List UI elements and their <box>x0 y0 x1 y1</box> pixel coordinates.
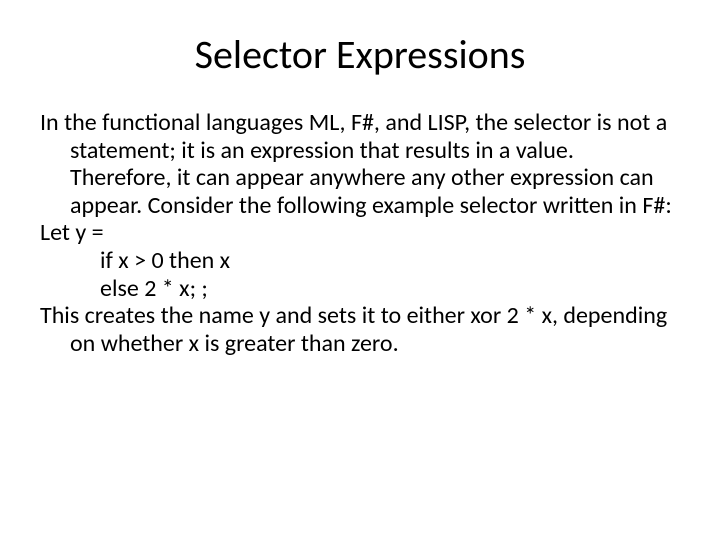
slide-body: In the functional languages ML, F#, and … <box>40 109 680 357</box>
body-paragraph-conclusion: This creates the name y and sets it to e… <box>40 302 680 357</box>
slide: Selector Expressions In the functional l… <box>0 0 720 540</box>
code-if-line: if x > 0 then x <box>40 247 680 275</box>
code-else-line: else 2 * x; ; <box>40 275 680 303</box>
slide-title: Selector Expressions <box>40 30 680 79</box>
body-paragraph-intro: In the functional languages ML, F#, and … <box>40 109 680 219</box>
code-let-line: Let y = <box>40 219 680 247</box>
